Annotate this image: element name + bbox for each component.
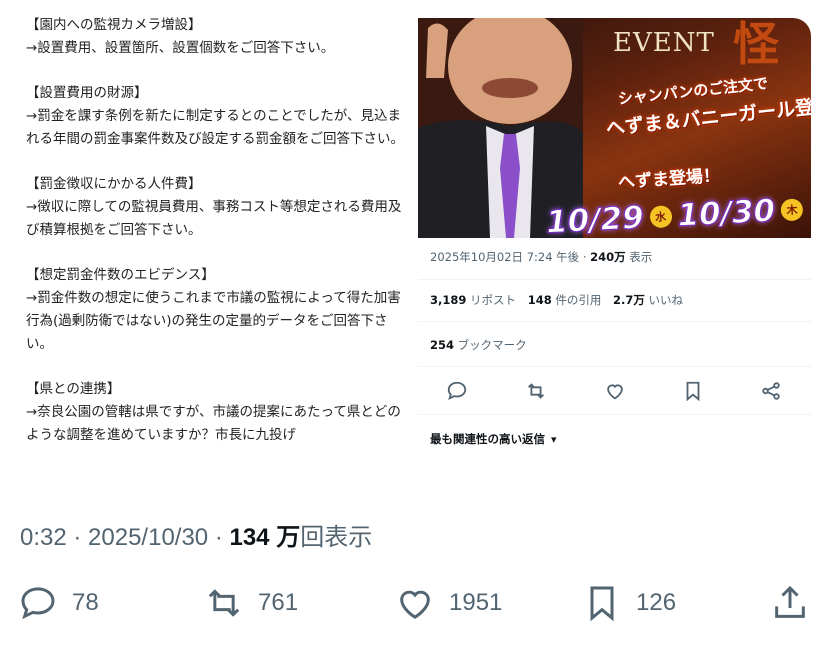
repost-icon	[208, 589, 240, 617]
likes-count: 2.7万	[613, 293, 645, 307]
bookmark-count: 126	[636, 589, 677, 616]
doc-section: 【県との連携】 →奈良公園の管轄は県ですが、市議の提案にあたって県とどのような調…	[26, 378, 404, 447]
divider	[418, 279, 811, 280]
bookmark-icon	[590, 586, 614, 622]
divider	[418, 321, 811, 322]
event-dates: 10/29 水 10/30 木	[545, 191, 804, 238]
reply-sort-dropdown[interactable]: 最も関連性の高い返信 ▾	[430, 431, 557, 447]
bookmarks-label: ブックマーク	[454, 338, 527, 352]
views-count: 134 万	[229, 524, 301, 551]
reply-button[interactable]: 78	[18, 583, 99, 623]
timestamp-text: 2025年10月02日 7:24 午後 ·	[430, 250, 591, 264]
doc-section-body: →奈良公園の管轄は県ですが、市議の提案にあたって県とどのような調整を進めています…	[26, 404, 401, 443]
doc-section-body: →罰金を課す条例を新たに制定するとのことでしたが、見込まれる年間の罰金事案件数及…	[26, 108, 404, 147]
views-label: 回表示	[300, 524, 373, 551]
weekday-badge: 水	[649, 205, 673, 229]
doc-section-heading: 【想定罰金件数のエビデンス】	[26, 267, 215, 283]
reposts-label: リポスト	[466, 293, 517, 307]
repost-count: 761	[258, 589, 299, 616]
engagement-stats: 3,189 リポスト 148 件の引用 2.7万 いいね	[430, 292, 691, 308]
divider	[418, 414, 811, 415]
tweet-timestamp: 0:32 · 2025/10/30 · 134 万回表示	[20, 517, 372, 552]
bookmarks-stat[interactable]: 254 ブックマーク	[430, 337, 527, 353]
share-button[interactable]	[770, 583, 810, 623]
decorative-kanji: 怪	[733, 18, 779, 71]
doc-section: 【罰金徴収にかかる人件費】 →徴収に際しての監視員費用、事務コスト等想定される費…	[26, 173, 404, 242]
like-icon[interactable]	[604, 380, 626, 402]
event-date: 10/30	[676, 192, 777, 234]
likes-label: いいね	[644, 293, 684, 307]
doc-section-body: →徴収に際しての監視員費用、事務コスト等想定される費用及び積算根拠をご回答下さい…	[26, 199, 402, 238]
event-label: EVENT	[613, 28, 715, 58]
timestamp-text: 0:32 · 2025/10/30 ·	[20, 524, 230, 551]
like-icon	[400, 590, 430, 619]
doc-section: 【想定罰金件数のエビデンス】 →罰金件数の想定に使うこれまで市議の監視によって得…	[26, 264, 404, 356]
quotes-count: 148	[527, 293, 552, 307]
tweet-action-bar: 78 761 1951 126	[0, 575, 828, 633]
event-date: 10/29	[545, 199, 645, 238]
bookmarks-count: 254	[430, 338, 455, 352]
embedded-post-timestamp: 2025年10月02日 7:24 午後 · 240万 表示	[430, 249, 652, 265]
like-button[interactable]: 1951	[395, 583, 502, 623]
doc-section-heading: 【罰金徴収にかかる人件費】	[26, 176, 202, 192]
document-text-image: 【園内への監視カメラ増設】 →設置費用、設置箇所、設置個数をご回答下さい。 【設…	[26, 14, 404, 467]
share-icon[interactable]	[760, 380, 782, 402]
bookmark-button[interactable]: 126	[582, 583, 676, 623]
reposts-stat[interactable]: 3,189 リポスト	[430, 293, 516, 307]
doc-section-heading: 【園内への監視カメラ増設】	[26, 17, 202, 33]
reply-icon	[21, 587, 55, 620]
reply-icon[interactable]	[446, 380, 468, 402]
doc-section-body: →設置費用、設置箇所、設置個数をご回答下さい。	[26, 40, 335, 56]
views-count: 240万	[590, 250, 626, 264]
doc-section: 【設置費用の財源】 →罰金を課す条例を新たに制定するとのことでしたが、見込まれる…	[26, 82, 404, 151]
repost-button[interactable]: 761	[204, 583, 298, 623]
views-label: 表示	[625, 250, 653, 264]
like-count: 1951	[449, 589, 503, 616]
likes-stat[interactable]: 2.7万 いいね	[613, 293, 683, 307]
doc-section-body: →罰金件数の想定に使うこれまで市議の監視によって得た加害行為(過剰防衛ではない)…	[26, 290, 401, 352]
bookmark-icon[interactable]	[682, 380, 704, 402]
embedded-post-actions	[418, 374, 811, 408]
sort-label: 最も関連性の高い返信	[430, 432, 545, 446]
chevron-down-icon: ▾	[551, 433, 557, 446]
quotes-label: 件の引用	[551, 293, 602, 307]
event-promo-image[interactable]: 怪 EVENT シャンパンのご注文で へずま＆バニーガール登場！ へずま登場！ …	[418, 18, 811, 238]
promo-text: へずま登場！	[617, 165, 721, 193]
weekday-badge: 木	[780, 198, 804, 222]
doc-section-heading: 【設置費用の財源】	[26, 85, 148, 101]
reposts-count: 3,189	[430, 293, 467, 307]
quotes-stat[interactable]: 148 件の引用	[528, 293, 602, 307]
reply-count: 78	[72, 589, 99, 616]
share-icon	[775, 585, 805, 618]
divider	[418, 366, 811, 367]
doc-section: 【園内への監視カメラ増設】 →設置費用、設置箇所、設置個数をご回答下さい。	[26, 14, 404, 60]
repost-icon[interactable]	[525, 380, 547, 402]
doc-section-heading: 【県との連携】	[26, 381, 121, 397]
